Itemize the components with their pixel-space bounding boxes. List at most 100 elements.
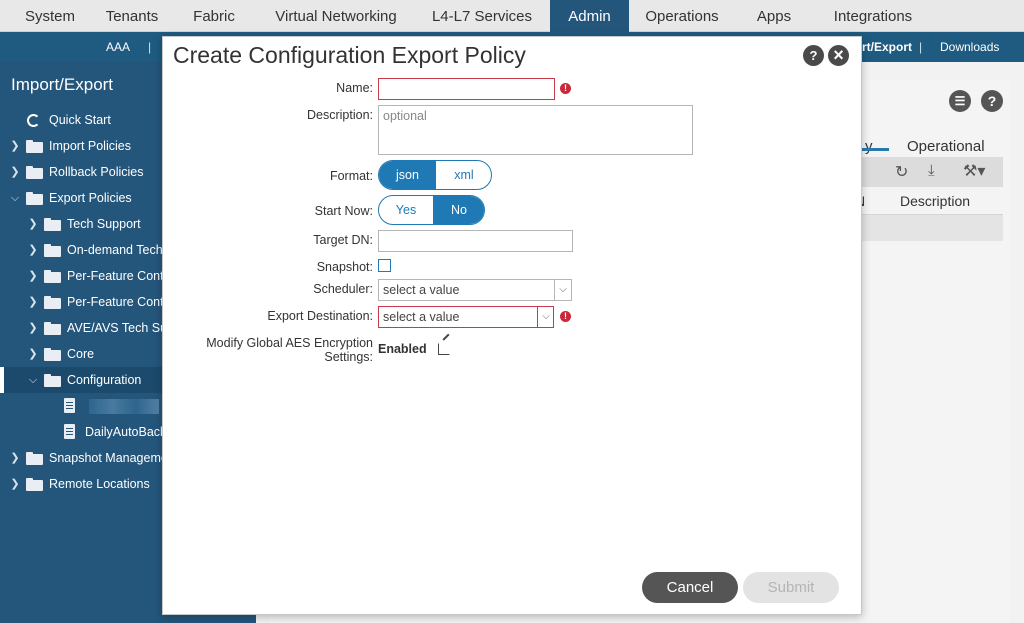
sidebar-item-label: Core	[67, 347, 95, 361]
start-now-label: Start Now:	[314, 204, 373, 218]
column-header-description[interactable]: Description	[900, 193, 970, 209]
chevron-right-icon[interactable]: ❯	[27, 263, 39, 289]
subnav-import-export[interactable]: rt/Export	[862, 32, 912, 62]
description-field[interactable]	[378, 105, 693, 155]
chevron-right-icon[interactable]: ❯	[9, 471, 21, 497]
name-label: Name:	[336, 81, 373, 95]
subnav-separator: |	[148, 40, 152, 54]
export-destination-value: select a value	[383, 310, 460, 324]
scheduler-label: Scheduler:	[313, 282, 373, 296]
folder-icon	[44, 296, 61, 309]
folder-icon	[26, 452, 43, 465]
nav-tab-tenants[interactable]: Tenants	[92, 0, 172, 32]
description-label: Description:	[307, 108, 373, 122]
sidebar-item-label: Snapshot Manageme	[49, 451, 168, 465]
subnav-downloads[interactable]: Downloads	[940, 32, 999, 62]
start-now-no-option[interactable]: No	[433, 196, 484, 224]
tools-icon[interactable]: ⚒▾	[963, 161, 985, 181]
chevron-right-icon[interactable]: ❯	[9, 159, 21, 185]
nav-tab-l4-l7-services[interactable]: L4-L7 Services	[416, 0, 548, 32]
close-icon[interactable]: ×	[828, 45, 849, 66]
sidebar-item-label: Quick Start	[49, 113, 111, 127]
folder-icon	[44, 218, 61, 231]
sidebar-item-label: Configuration	[67, 373, 142, 387]
sidebar-item-label: Rollback Policies	[49, 165, 144, 179]
sidebar-item-label: Import Policies	[49, 139, 131, 153]
nav-tab-integrations[interactable]: Integrations	[820, 0, 926, 32]
folder-icon	[44, 270, 61, 283]
download-icon[interactable]: ⤓	[928, 162, 935, 179]
chevron-right-icon[interactable]: ❯	[27, 289, 39, 315]
help-icon[interactable]: ?	[981, 90, 1003, 112]
redacted-label	[89, 399, 159, 414]
tab-operational[interactable]: Operational	[907, 138, 985, 155]
chevron-right-icon[interactable]: ❯	[9, 133, 21, 159]
tab-policy[interactable]: y	[865, 138, 873, 155]
table-row[interactable]	[855, 215, 1003, 241]
chevron-right-icon[interactable]: ❯	[9, 445, 21, 471]
chevron-right-icon[interactable]: ❯	[27, 211, 39, 237]
chevron-down-icon[interactable]: ⌵	[27, 367, 39, 393]
create-export-policy-dialog: Create Configuration Export Policy ? × N…	[162, 36, 862, 615]
folder-icon	[26, 192, 43, 205]
sidebar-item-label: On-demand Tech	[67, 243, 163, 257]
chevron-right-icon[interactable]: ❯	[27, 237, 39, 263]
external-link-icon[interactable]	[438, 343, 450, 355]
table-toolbar: ↻ ⤓ ⚒▾	[855, 157, 1003, 187]
aes-encryption-value: Enabled	[378, 342, 427, 356]
snapshot-label: Snapshot:	[316, 260, 373, 274]
export-destination-label: Export Destination:	[267, 309, 373, 323]
nav-tab-apps[interactable]: Apps	[740, 0, 808, 32]
chevron-down-icon[interactable]: ⌵	[9, 185, 21, 211]
start-now-toggle: Yes No	[378, 195, 485, 225]
nav-tab-admin[interactable]: Admin	[550, 0, 629, 32]
sidebar-item-label: DailyAutoBack	[85, 425, 167, 439]
help-icon[interactable]: ?	[803, 45, 824, 66]
format-xml-option[interactable]: xml	[436, 161, 491, 189]
folder-icon	[26, 166, 43, 179]
export-destination-select[interactable]: select a value ⌵	[378, 306, 554, 328]
folder-icon	[26, 140, 43, 153]
target-dn-input[interactable]	[378, 230, 573, 252]
required-icon: !	[560, 83, 571, 94]
sidebar-item-label: AVE/AVS Tech Su	[67, 321, 168, 335]
chevron-down-icon[interactable]: ⌵	[537, 307, 554, 327]
sidebar-item-label: Per-Feature Cont	[67, 295, 164, 309]
nav-tab-system[interactable]: System	[8, 0, 92, 32]
folder-icon	[44, 374, 61, 387]
chevron-right-icon[interactable]: ❯	[27, 341, 39, 367]
format-json-option[interactable]: json	[379, 161, 436, 189]
nav-tab-virtual-networking[interactable]: Virtual Networking	[260, 0, 412, 32]
table-header: N Description	[855, 187, 1003, 215]
sidebar-title: Import/Export	[11, 75, 114, 94]
start-now-yes-option[interactable]: Yes	[379, 196, 433, 224]
nav-tab-fabric[interactable]: Fabric	[172, 0, 256, 32]
submit-button[interactable]: Submit	[743, 572, 839, 603]
sidebar-item-label: Export Policies	[49, 191, 132, 205]
top-navigation: System Tenants Fabric Virtual Networking…	[0, 0, 1024, 32]
folder-icon	[44, 322, 61, 335]
document-icon	[64, 398, 75, 413]
scheduler-select[interactable]: select a value ⌵	[378, 279, 572, 301]
sidebar-item-label: Tech Support	[67, 217, 141, 231]
sidebar-item-label: Per-Feature Cont	[67, 269, 164, 283]
cancel-button[interactable]: Cancel	[642, 572, 738, 603]
format-label: Format:	[329, 169, 373, 183]
sidebar-item-label: Remote Locations	[49, 477, 150, 491]
chevron-right-icon[interactable]: ❯	[27, 315, 39, 341]
target-dn-label: Target DN:	[313, 233, 373, 247]
aes-encryption-label: Modify Global AES Encryption	[206, 336, 373, 350]
folder-icon	[26, 478, 43, 491]
format-toggle: json xml	[378, 160, 492, 190]
document-icon	[64, 424, 75, 439]
aes-encryption-label-line2: Settings:	[324, 350, 373, 364]
snapshot-checkbox[interactable]	[378, 259, 391, 272]
nav-tab-operations[interactable]: Operations	[634, 0, 730, 32]
subnav-separator: |	[919, 40, 923, 54]
list-settings-icon[interactable]: ☰	[949, 90, 971, 112]
refresh-icon[interactable]: ↻	[895, 162, 908, 182]
chevron-down-icon[interactable]: ⌵	[554, 280, 571, 300]
subnav-aaa[interactable]: AAA	[106, 32, 130, 62]
folder-icon	[44, 244, 61, 257]
name-input[interactable]	[378, 78, 555, 100]
